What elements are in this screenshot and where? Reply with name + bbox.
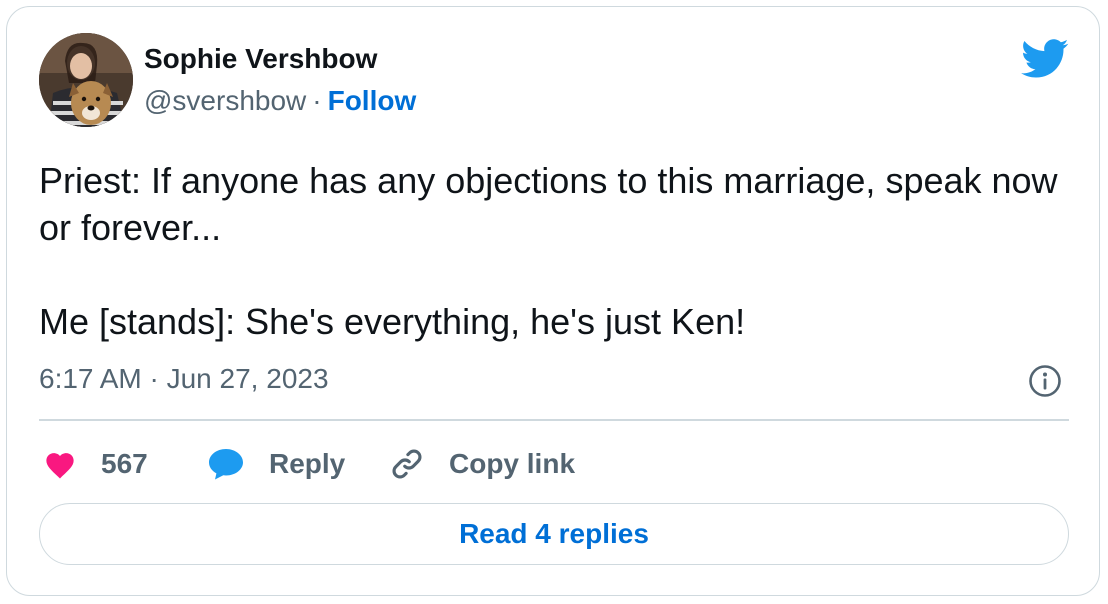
author-handle[interactable]: @svershbow	[144, 85, 306, 116]
author-handle-line: @svershbow · Follow	[144, 85, 416, 117]
heart-icon	[46, 453, 74, 479]
tweet-text: Priest: If anyone has any objections to …	[39, 160, 1058, 342]
tweet-timestamp[interactable]: 6:17 AM · Jun 27, 2023	[39, 363, 329, 395]
copy-link-button[interactable]: Copy link	[389, 445, 575, 483]
divider	[39, 419, 1069, 421]
avatar-image	[39, 33, 133, 127]
copy-link-label: Copy link	[449, 448, 576, 479]
follow-link[interactable]: Follow	[328, 85, 417, 116]
avatar[interactable]	[39, 33, 133, 127]
speech-bubble-icon	[209, 449, 243, 480]
reply-label: Reply	[269, 448, 346, 479]
link-icon	[392, 449, 422, 479]
handle-separator: ·	[312, 85, 322, 116]
tweet-card: Sophie Vershbow @svershbow · Follow Priest…	[6, 6, 1100, 596]
reply-button[interactable]: Reply	[207, 445, 345, 483]
like-count: 567	[101, 448, 148, 479]
like-button[interactable]: 567	[43, 445, 148, 483]
info-icon[interactable]	[1027, 363, 1063, 399]
read-replies-button[interactable]: Read 4 replies	[39, 503, 1069, 565]
twitter-bird-icon[interactable]	[1021, 39, 1069, 79]
author-name[interactable]: Sophie Vershbow	[144, 43, 377, 75]
